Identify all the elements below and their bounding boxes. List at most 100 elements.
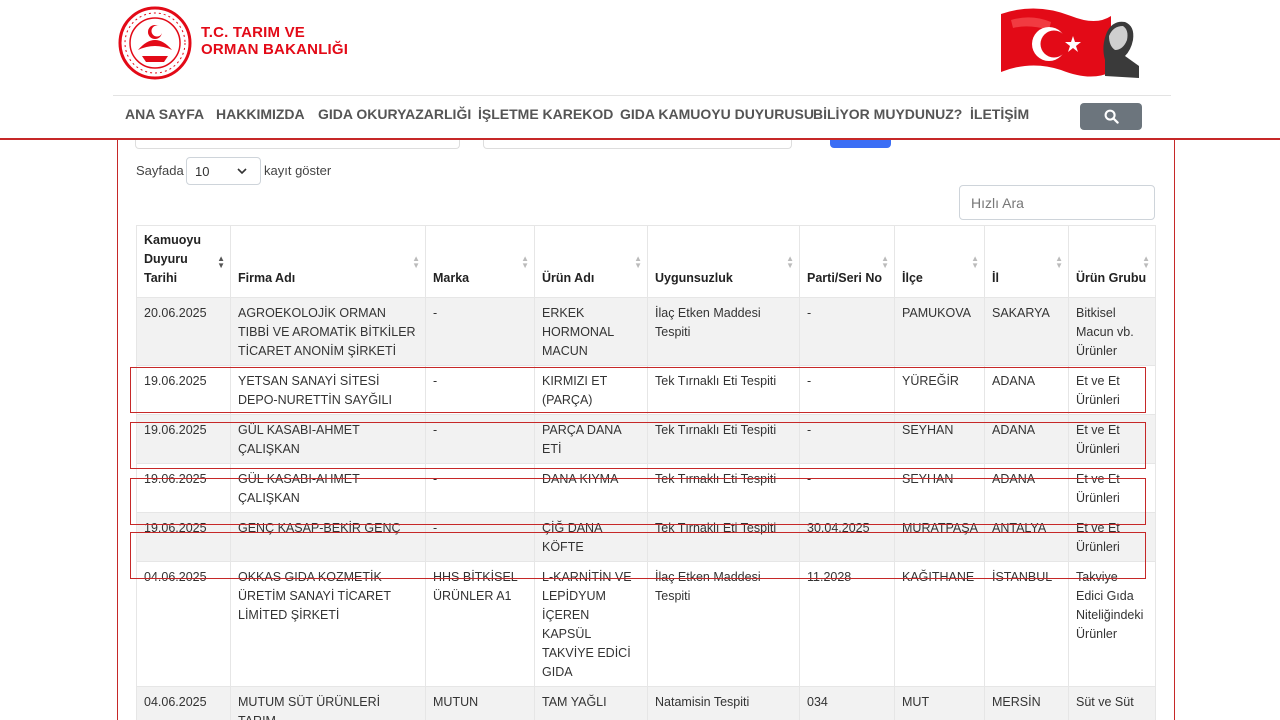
table-cell: Et ve Et Ürünleri bbox=[1068, 463, 1156, 513]
table-cell: Tek Tırnaklı Eti Tespiti bbox=[647, 365, 800, 415]
table-cell: SAKARYA bbox=[984, 297, 1069, 366]
table-cell: KIRMIZI ET (PARÇA) bbox=[534, 365, 648, 415]
table-cell: GÜL KASABI-AHMET ÇALIŞKAN bbox=[230, 414, 426, 464]
table-cell: 19.06.2025 bbox=[136, 365, 231, 415]
table-cell: - bbox=[799, 365, 895, 415]
table-cell: - bbox=[799, 414, 895, 464]
quick-search-input[interactable] bbox=[959, 185, 1155, 220]
table-cell: - bbox=[425, 365, 535, 415]
table-cell: Takviye Edici Gıda Niteliğindeki Ürünler bbox=[1068, 561, 1156, 687]
table-header-row: Kamuoyu Duyuru Tarihi ▲ ▼ Firma Adı ▲ ▼ Mark… bbox=[136, 225, 1156, 298]
search-icon bbox=[1104, 109, 1119, 124]
table-cell: Et ve Et Ürünleri bbox=[1068, 414, 1156, 464]
col-header-district[interactable]: İlçe ▲ ▼ bbox=[894, 225, 985, 298]
col-header-label: Kamuoyu Duyuru Tarihi bbox=[144, 233, 201, 285]
ministry-name[interactable]: T.C. TARIM VE ORMAN BAKANLIĞI bbox=[201, 24, 348, 58]
nav-item-gida-kamuoyu-duyurusu[interactable]: GIDA KAMUOYU DUYURUSU bbox=[620, 106, 814, 122]
col-header-product[interactable]: Ürün Adı ▲ ▼ bbox=[534, 225, 648, 298]
announcements-table: Kamuoyu Duyuru Tarihi ▲ ▼ Firma Adı ▲ ▼ Mark… bbox=[136, 225, 1156, 720]
table-cell: PARÇA DANA ETİ bbox=[534, 414, 648, 464]
table-cell: SEYHAN bbox=[894, 463, 985, 513]
col-header-province[interactable]: İl ▲ ▼ bbox=[984, 225, 1069, 298]
col-header-label: İl bbox=[992, 271, 999, 285]
table-cell: - bbox=[425, 414, 535, 464]
table-cell: TAM YAĞLI bbox=[534, 686, 648, 720]
table-cell: PAMUKOVA bbox=[894, 297, 985, 366]
table-cell: 11.2028 bbox=[799, 561, 895, 687]
table-cell: 30.04.2025 bbox=[799, 512, 895, 562]
table-cell: 034 bbox=[799, 686, 895, 720]
col-header-label: Marka bbox=[433, 271, 470, 285]
nav-search-button[interactable] bbox=[1080, 103, 1142, 130]
table-cell: Tek Tırnaklı Eti Tespiti bbox=[647, 463, 800, 513]
table-cell: ADANA bbox=[984, 365, 1069, 415]
table-row[interactable]: 19.06.2025 GÜL KASABI-AHMET ÇALIŞKAN - PARÇ… bbox=[136, 414, 1156, 464]
table-cell: 20.06.2025 bbox=[136, 297, 231, 366]
page-length-select[interactable]: 10 bbox=[186, 157, 261, 185]
table-cell: İlaç Etken Maddesi Tespiti bbox=[647, 561, 800, 687]
table-row[interactable]: 19.06.2025 GÜL KASABI-AHMET ÇALIŞKAN - DANA… bbox=[136, 463, 1156, 513]
nav-item-hakkimizda[interactable]: HAKKIMIZDA bbox=[216, 106, 305, 122]
table-cell: OKKAS GIDA KOZMETİK ÜRETİM SANAYİ TİCARE… bbox=[230, 561, 426, 687]
sort-icon: ▲ ▼ bbox=[1142, 254, 1150, 270]
brand-line-1: T.C. TARIM VE bbox=[201, 24, 305, 41]
filter-input-partial-2[interactable] bbox=[483, 140, 792, 149]
filter-input-partial[interactable] bbox=[135, 140, 460, 149]
table-cell: İlaç Etken Maddesi Tespiti bbox=[647, 297, 800, 366]
col-header-product-group[interactable]: Ürün Grubu ▲ ▼ bbox=[1068, 225, 1156, 298]
table-cell: MUT bbox=[894, 686, 985, 720]
table-cell: - bbox=[799, 463, 895, 513]
table-cell: Tek Tırnaklı Eti Tespiti bbox=[647, 512, 800, 562]
table-cell: ADANA bbox=[984, 463, 1069, 513]
table-cell: L-KARNİTİN VE LEPİDYUM İÇEREN KAPSÜL TAK… bbox=[534, 561, 648, 687]
col-header-label: İlçe bbox=[902, 271, 923, 285]
col-header-label: Uygunsuzluk bbox=[655, 271, 733, 285]
table-cell: 04.06.2025 bbox=[136, 686, 231, 720]
table-cell: Süt ve Süt bbox=[1068, 686, 1156, 720]
col-header-company[interactable]: Firma Adı ▲ ▼ bbox=[230, 225, 426, 298]
sort-icon: ▲ ▼ bbox=[1055, 254, 1063, 270]
col-header-label: Firma Adı bbox=[238, 271, 296, 285]
filter-button-partial[interactable] bbox=[830, 140, 891, 148]
table-cell: - bbox=[425, 463, 535, 513]
table-cell: YÜREĞİR bbox=[894, 365, 985, 415]
ministry-logo[interactable] bbox=[118, 6, 192, 80]
nav-item-iletisim[interactable]: İLETİŞİM bbox=[970, 106, 1029, 122]
col-header-brand[interactable]: Marka ▲ ▼ bbox=[425, 225, 535, 298]
table-row[interactable]: 20.06.2025 AGROEKOLOJİK ORMAN TIBBİ VE AR… bbox=[136, 297, 1156, 366]
table-row[interactable]: 19.06.2025 YETSAN SANAYİ SİTESİ DEPO-NURE… bbox=[136, 365, 1156, 415]
col-header-batch[interactable]: Parti/Seri No ▲ ▼ bbox=[799, 225, 895, 298]
sort-icon: ▲ ▼ bbox=[881, 254, 889, 270]
table-cell: Bitkisel Macun vb. Ürünler bbox=[1068, 297, 1156, 366]
table-cell: - bbox=[425, 512, 535, 562]
nav-item-biliyor-muydunuz[interactable]: BİLİYOR MUYDUNUZ? bbox=[813, 106, 962, 122]
table-cell: Et ve Et Ürünleri bbox=[1068, 512, 1156, 562]
table-cell: 19.06.2025 bbox=[136, 414, 231, 464]
nav-item-isletme-karekod[interactable]: İŞLETME KAREKOD bbox=[478, 106, 613, 122]
col-header-violation[interactable]: Uygunsuzluk ▲ ▼ bbox=[647, 225, 800, 298]
page-length-value: 10 bbox=[195, 164, 210, 179]
table-cell: SEYHAN bbox=[894, 414, 985, 464]
table-cell: MUTUN bbox=[425, 686, 535, 720]
table-row[interactable]: 19.06.2025 GENÇ KASAP-BEKİR GENÇ - ÇİĞ DANA… bbox=[136, 512, 1156, 562]
table-cell: AGROEKOLOJİK ORMAN TIBBİ VE AROMATİK BİT… bbox=[230, 297, 426, 366]
table-cell: Et ve Et Ürünleri bbox=[1068, 365, 1156, 415]
table-row[interactable]: 04.06.2025MUTUM SÜT ÜRÜNLERİ TARIMMUTUNT… bbox=[136, 686, 1156, 720]
nav-item-ana-sayfa[interactable]: ANA SAYFA bbox=[125, 106, 204, 122]
table-cell: DANA KIYMA bbox=[534, 463, 648, 513]
table-cell: MUTUM SÜT ÜRÜNLERİ TARIM bbox=[230, 686, 426, 720]
sort-icon: ▲ ▼ bbox=[971, 254, 979, 270]
table-cell: ANTALYA bbox=[984, 512, 1069, 562]
nav-item-gida-okuryazarligi[interactable]: GIDA OKURYAZARLIĞI bbox=[318, 106, 471, 122]
col-header-date[interactable]: Kamuoyu Duyuru Tarihi ▲ ▼ bbox=[136, 225, 231, 298]
table-cell: Natamisin Tespiti bbox=[647, 686, 800, 720]
chevron-down-icon bbox=[237, 168, 247, 175]
table-cell: MURATPAŞA bbox=[894, 512, 985, 562]
table-cell: İSTANBUL bbox=[984, 561, 1069, 687]
table-cell: 19.06.2025 bbox=[136, 512, 231, 562]
table-cell: - bbox=[799, 297, 895, 366]
table-row[interactable]: 04.06.2025 OKKAS GIDA KOZMETİK ÜRETİM SAN… bbox=[136, 561, 1156, 687]
turkish-flag-portrait-image bbox=[1001, 8, 1139, 78]
table-cell: GÜL KASABI-AHMET ÇALIŞKAN bbox=[230, 463, 426, 513]
table-cell: HHS BİTKİSEL ÜRÜNLER A1 bbox=[425, 561, 535, 687]
